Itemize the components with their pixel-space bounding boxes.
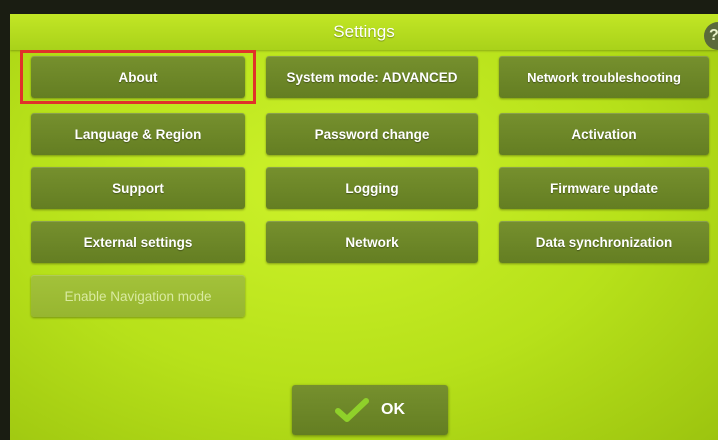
language-region-button[interactable]: Language & Region: [31, 113, 245, 155]
firmware-update-button[interactable]: Firmware update: [499, 167, 709, 209]
help-icon: ?: [709, 27, 718, 44]
ok-button[interactable]: OK: [292, 385, 448, 435]
system-mode-button[interactable]: System mode: ADVANCED: [266, 56, 478, 98]
enable-navigation-mode-button[interactable]: Enable Navigation mode: [31, 275, 245, 317]
ok-label: OK: [381, 401, 405, 418]
support-button[interactable]: Support: [31, 167, 245, 209]
network-button[interactable]: Network: [266, 221, 478, 263]
logging-button[interactable]: Logging: [266, 167, 478, 209]
data-synchronization-button[interactable]: Data synchronization: [499, 221, 709, 263]
title-bar: Settings ?: [10, 14, 718, 50]
password-change-button[interactable]: Password change: [266, 113, 478, 155]
about-button[interactable]: About: [31, 56, 245, 98]
activation-button[interactable]: Activation: [499, 113, 709, 155]
check-icon: [335, 397, 369, 423]
settings-screen: Settings ? About System mode: ADVANCED N…: [10, 14, 718, 440]
page-title: Settings: [333, 22, 395, 41]
network-troubleshooting-button[interactable]: Network troubleshooting: [499, 56, 709, 98]
external-settings-button[interactable]: External settings: [31, 221, 245, 263]
